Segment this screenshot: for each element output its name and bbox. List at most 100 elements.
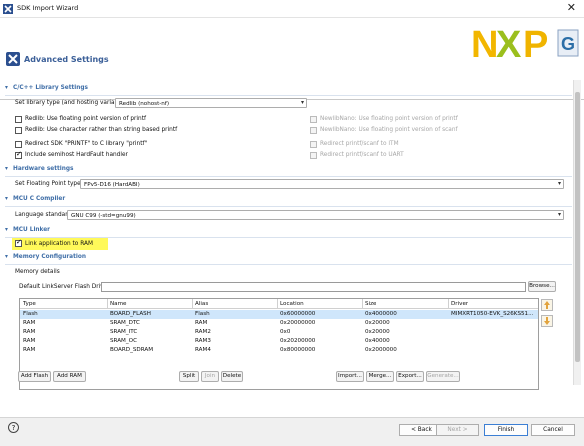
section-title: Hardware settings — [13, 166, 74, 172]
memory-details-label: Memory details — [15, 269, 60, 275]
floating-point-label: Set Floating Point type — [15, 181, 81, 187]
browse-button[interactable]: Browse... — [528, 281, 556, 292]
printf-char-checkbox[interactable] — [15, 127, 22, 134]
floating-point-select[interactable]: FPv5-D16 (HardABI) ▾ — [80, 179, 564, 189]
column-header-driver[interactable]: Driver — [451, 301, 468, 307]
cell-alias: RAM4 — [195, 347, 211, 353]
cell-alias: RAM3 — [195, 338, 211, 344]
move-up-button[interactable] — [541, 299, 553, 311]
finish-button[interactable]: Finish — [484, 424, 528, 436]
printf-float-checkbox[interactable] — [15, 116, 22, 123]
close-icon[interactable]: ✕ — [567, 1, 576, 14]
semihost-hardfault-label: Include semihost HardFault handler — [25, 152, 128, 158]
title-bar: SDK Import Wizard ✕ — [0, 0, 584, 18]
link-to-ram-label: Link application to RAM — [25, 241, 93, 247]
cell-location: 0x20200000 — [280, 338, 316, 344]
flash-driver-input[interactable] — [101, 282, 526, 292]
cell-name: BOARD_SDRAM — [110, 347, 154, 353]
table-row[interactable]: RAM SRAM_ITC RAM2 0x0 0x20000 — [20, 328, 538, 337]
language-standard-value: GNU C99 (-std=gnu99) — [71, 212, 136, 219]
cell-size: 0x20000 — [365, 320, 390, 326]
cell-location: 0x0 — [280, 329, 291, 335]
column-header-size[interactable]: Size — [365, 301, 376, 307]
floating-point-value: FPv5-D16 (HardABI) — [84, 181, 140, 188]
chevron-down-icon: ▾ — [5, 85, 8, 91]
cell-location: 0x60000000 — [280, 311, 316, 317]
column-header-name[interactable]: Name — [110, 301, 127, 307]
library-type-value: Redlib (nohost-nf) — [119, 100, 170, 107]
cell-type: RAM — [23, 347, 36, 353]
section-mcu-linker[interactable]: ▾ MCU Linker — [5, 227, 572, 237]
delete-button[interactable]: Delete — [221, 371, 243, 382]
scrollbar-thumb[interactable] — [575, 92, 580, 362]
page-title: Advanced Settings — [24, 55, 109, 64]
svg-text:G: G — [561, 34, 575, 54]
column-divider[interactable] — [107, 299, 108, 309]
export-button[interactable]: Export... — [396, 371, 424, 382]
next-button[interactable]: Next > — [436, 424, 479, 436]
sdk-import-icon — [3, 4, 13, 14]
divider — [5, 264, 572, 265]
table-row[interactable]: Flash BOARD_FLASH Flash 0x60000000 0x400… — [20, 310, 538, 319]
language-standard-label: Language standard — [15, 212, 72, 218]
import-button[interactable]: Import... — [336, 371, 364, 382]
section-hardware-settings[interactable]: ▾ Hardware settings — [5, 166, 572, 176]
section-library-settings[interactable]: ▾ C/C++ Library Settings — [5, 85, 572, 95]
cell-name: SRAM_OC — [110, 338, 137, 344]
chevron-down-icon: ▾ — [5, 227, 8, 233]
join-button[interactable]: Join — [201, 371, 219, 382]
merge-button[interactable]: Merge... — [366, 371, 394, 382]
table-row[interactable]: RAM BOARD_SDRAM RAM4 0x80000000 0x200000… — [20, 346, 538, 355]
cell-type: RAM — [23, 329, 36, 335]
section-mcu-c-compiler[interactable]: ▾ MCU C Compiler — [5, 196, 572, 206]
add-flash-button[interactable]: Add Flash — [18, 371, 51, 382]
chevron-down-icon: ▾ — [557, 211, 561, 218]
table-row[interactable]: RAM SRAM_DTC RAM 0x20000000 0x20000 — [20, 319, 538, 328]
vertical-scrollbar[interactable] — [573, 80, 581, 385]
newlibnano-printf-checkbox — [310, 116, 317, 123]
column-divider[interactable] — [362, 299, 363, 309]
column-divider[interactable] — [192, 299, 193, 309]
semihost-hardfault-checkbox[interactable] — [15, 150, 22, 159]
move-down-button[interactable] — [541, 315, 553, 327]
table-row[interactable]: RAM SRAM_OC RAM3 0x20200000 0x40000 — [20, 337, 538, 346]
svg-text:N: N — [471, 24, 498, 62]
redirect-uart-checkbox — [310, 152, 317, 159]
cell-location: 0x20000000 — [280, 320, 316, 326]
link-to-ram-checkbox[interactable] — [15, 238, 22, 247]
divider — [5, 176, 572, 177]
redirect-printf-checkbox[interactable] — [15, 141, 22, 148]
cell-driver: MIMXRT1050-EVK_S26KS51... — [451, 311, 534, 317]
cell-name: BOARD_FLASH — [110, 311, 151, 317]
section-title: MCU Linker — [13, 227, 51, 233]
library-type-select[interactable]: Redlib (nohost-nf) ▾ — [115, 98, 307, 108]
generate-button[interactable]: Generate... — [426, 371, 460, 382]
settings-content: ▾ C/C++ Library Settings Set library type… — [5, 80, 572, 390]
newlibnano-scanf-label: NewlibNano: Use floating point version o… — [320, 127, 458, 133]
library-type-label: Set library type (and hosting variant) — [15, 100, 123, 106]
column-divider[interactable] — [448, 299, 449, 309]
add-ram-button[interactable]: Add RAM — [53, 371, 86, 382]
sdk-glyph-icon: G — [557, 29, 579, 57]
move-down-icon — [544, 317, 550, 325]
column-header-alias[interactable]: Alias — [195, 301, 208, 307]
printf-char-label: Redlib: Use character rather than string… — [25, 127, 178, 133]
move-up-icon — [544, 301, 550, 309]
section-title: C/C++ Library Settings — [13, 85, 88, 91]
column-header-type[interactable]: Type — [23, 301, 36, 307]
column-divider[interactable] — [277, 299, 278, 309]
redirect-printf-label: Redirect SDK "PRINTF" to C library "prin… — [25, 141, 148, 147]
svg-text:P: P — [523, 24, 548, 62]
split-button[interactable]: Split — [179, 371, 199, 382]
help-icon[interactable]: ? — [8, 422, 19, 433]
column-header-location[interactable]: Location — [280, 301, 304, 307]
cell-type: Flash — [23, 311, 38, 317]
section-memory-configuration[interactable]: ▾ Memory Configuration — [5, 254, 572, 264]
cell-size: 0x4000000 — [365, 311, 397, 317]
chevron-down-icon: ▾ — [5, 166, 8, 172]
section-title: MCU C Compiler — [13, 196, 66, 202]
cancel-button[interactable]: Cancel — [531, 424, 575, 436]
redirect-itm-checkbox — [310, 141, 317, 148]
language-standard-select[interactable]: GNU C99 (-std=gnu99) ▾ — [67, 210, 564, 220]
cell-location: 0x80000000 — [280, 347, 316, 353]
